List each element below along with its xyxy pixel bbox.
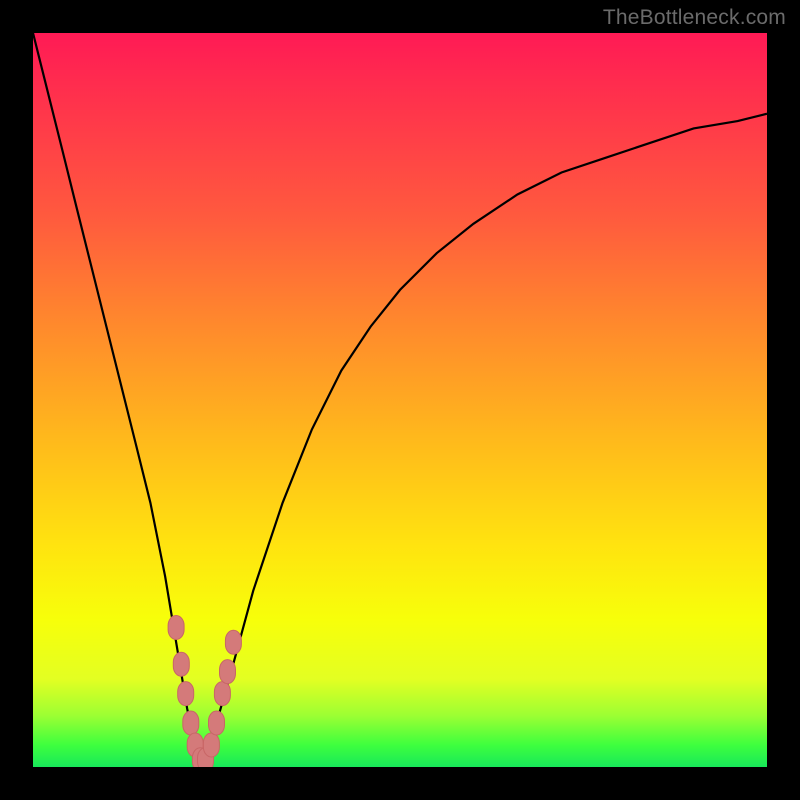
curve-marker [203,733,219,757]
bottleneck-curve [33,33,767,767]
curve-marker [214,682,230,706]
chart-frame: TheBottleneck.com [0,0,800,800]
curve-marker [209,711,225,735]
plot-area [33,33,767,767]
curve-marker [225,630,241,654]
curve-marker [168,616,184,640]
marker-group [168,616,241,768]
curve-marker [183,711,199,735]
curve-marker [173,652,189,676]
curve-marker [220,660,236,684]
plot-svg [33,33,767,767]
watermark-text: TheBottleneck.com [603,6,786,30]
curve-marker [178,682,194,706]
